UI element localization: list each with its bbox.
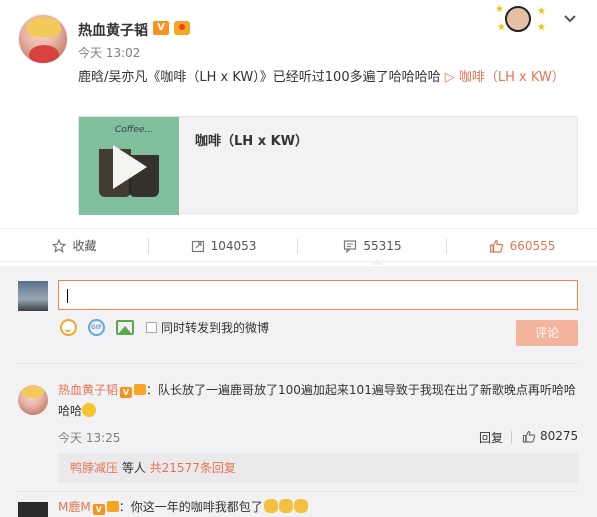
comment-text: M鹿M V ：你这一年的咖啡我都包了 [58,497,578,517]
repost-icon [191,240,204,253]
star-icon: ★ [537,6,546,17]
star-icon: ★ [537,22,546,33]
text-cursor [67,289,68,303]
comment-count: 55315 [363,239,402,253]
favorite-label: 收藏 [72,239,97,253]
submit-comment-button[interactable]: 评论 [516,320,578,346]
action-bar: 收藏 104053 55315 660555 [0,228,597,262]
smiley-icon[interactable] [60,319,77,336]
commenter-name[interactable]: 热血黄子韬 [58,383,118,397]
cover-text: Coffee... [115,125,153,135]
member-icon [106,501,119,512]
star-icon: ★ [497,22,506,33]
card-decoration: ★ ★ ★ ★ [493,4,547,34]
reply-count-link[interactable]: 共21577条回复 [150,461,236,475]
star-icon: ★ [495,4,504,15]
my-avatar[interactable] [18,281,48,311]
repost-button[interactable]: 104053 [149,229,298,263]
comment-text: 热血黄子韬 V ：队长放了一遍鹿哥放了100遍加起来101遍导致于我现在出了新歌晚点… [58,380,578,422]
comment-like-button[interactable]: 80275 [522,429,578,443]
reply-summary-text: 等人 [118,461,150,475]
weibo-post: 热血黄子韬 V 今天 13:02 ★ ★ ★ ★ 鹿晗/吴亦凡《咖啡（LH x … [0,0,597,225]
reply-button[interactable]: 回复 [479,429,503,446]
favorite-button[interactable]: 收藏 [0,229,149,263]
comment-time: 今天 13:25 [58,431,121,445]
divider [18,491,578,492]
music-cover[interactable]: Coffee... [79,117,179,215]
emoji-icon [82,403,97,417]
divider [511,431,512,444]
repost-checkbox[interactable] [146,322,157,333]
post-text: 鹿晗/吴亦凡《咖啡（LH x KW）》已经听过100多遍了哈哈哈哈 ▷ 咖啡（L… [78,67,578,89]
verified-badge: V [153,21,169,35]
author-name[interactable]: 热血黄子韬 [78,20,148,40]
gif-icon[interactable]: GIF [88,319,105,336]
comment-body: ：你这一年的咖啡我都包了 [118,500,263,514]
comment-caret [371,259,383,265]
reply-user[interactable]: 鸭脖减压 [70,461,118,475]
comment-button[interactable]: 55315 [298,229,447,263]
repost-label[interactable]: 同时转发到我的微博 [161,319,269,336]
like-button[interactable]: 660555 [447,229,597,263]
image-icon[interactable] [116,320,134,335]
author-avatar[interactable] [18,14,68,64]
comment-input[interactable] [58,280,578,310]
music-card[interactable]: Coffee... 咖啡（LH x KW） [78,116,578,215]
repost-count: 104053 [210,239,257,253]
member-icon [174,21,190,35]
post-time[interactable]: 今天 13:02 [78,44,140,61]
commenter-name[interactable]: M鹿M [58,500,91,514]
thumbs-up-icon [522,430,536,443]
thumbs-up-icon [489,239,503,253]
comment-section: GIF 同时转发到我的微博 评论 热血黄子韬 V ：队长放了一遍鹿哥放了100遍加起… [0,266,597,517]
star-outline-icon [52,239,67,253]
dog-emoji-icon [293,499,308,513]
commenter-avatar[interactable] [18,502,48,517]
commenter-avatar[interactable] [18,385,48,415]
post-text-body: 鹿晗/吴亦凡《咖啡（LH x KW）》已经听过100多遍了哈哈哈哈 [78,70,445,85]
like-count: 660555 [509,239,556,253]
verified-badge: V [120,387,133,398]
member-icon [134,384,147,395]
dog-emoji-icon [263,499,278,513]
comment-like-count: 80275 [540,429,579,443]
decoration-avatar [505,6,531,32]
comment-icon [344,240,357,253]
play-icon[interactable] [113,145,147,189]
reply-summary[interactable]: 鸭脖减压 等人 共21577条回复 [58,453,578,483]
music-link[interactable]: ▷ 咖啡（LH x KW） [445,70,565,85]
dog-emoji-icon [278,499,293,513]
chevron-down-icon[interactable] [563,12,577,28]
divider [18,363,578,364]
verified-badge: V [92,504,105,515]
music-title[interactable]: 咖啡（LH x KW） [195,130,308,149]
